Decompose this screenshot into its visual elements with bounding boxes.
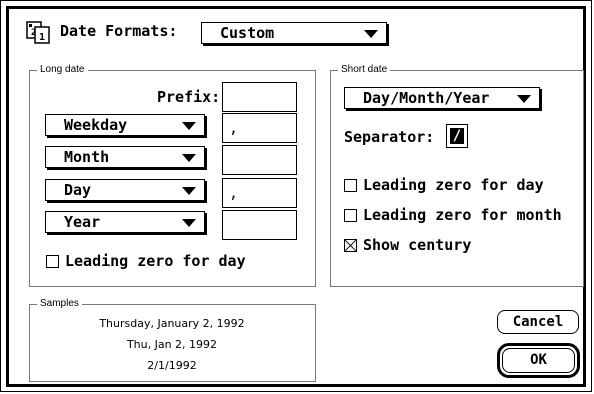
separator-field[interactable]: / [446,124,468,148]
svg-text:1: 1 [39,32,45,43]
checkbox-box[interactable] [344,178,357,192]
sample-long-date: Thursday, January 2, 1992 [99,317,245,330]
long-date-popup-2[interactable]: Month [45,146,205,168]
short-date-group-title: Short date [338,64,391,76]
show-century-label: Show century [363,236,472,254]
long-date-popup-3[interactable]: Day [45,179,205,201]
long-date-popup-1-value: Weekday [64,116,128,134]
triangle-down-icon [364,30,378,38]
triangle-down-icon [182,154,196,162]
long-date-group-title: Long date [37,64,88,76]
cancel-button[interactable]: Cancel [497,310,579,334]
sample-short-date: 2/1/1992 [147,359,197,372]
long-date-popup-4[interactable]: Year [45,211,205,233]
short-leading-zero-day-checkbox[interactable]: Leading zero for day [344,175,544,195]
short-leading-zero-month-checkbox[interactable]: Leading zero for month [344,205,562,225]
triangle-down-icon [182,219,196,227]
sample-abbrev-date: Thu, Jan 2, 1992 [126,338,218,351]
short-leading-zero-month-label: Leading zero for month [363,206,562,224]
short-date-order-value: Day/Month/Year [363,89,490,107]
triangle-down-icon [182,122,196,130]
svg-text:2: 2 [31,28,36,38]
long-date-separator-3[interactable]: , [222,178,297,208]
ok-button[interactable]: OK [502,348,575,373]
long-leading-zero-checkbox[interactable]: Leading zero for day [46,251,246,271]
long-date-separator-1[interactable]: , [222,113,297,143]
long-date-popup-3-value: Day [64,181,92,199]
samples-group-title: Samples [37,298,82,310]
prefix-field[interactable] [222,82,297,112]
calendar-icon: 2 1 [26,21,52,45]
prefix-label: Prefix: [157,88,221,106]
separator-selected-text: / [450,128,464,144]
date-formats-label: Date Formats: [60,22,178,40]
long-date-popup-1[interactable]: Weekday [45,114,205,136]
date-format-popup-value: Custom [220,24,275,42]
short-leading-zero-day-label: Leading zero for day [363,176,544,194]
long-date-separator-4[interactable] [222,210,297,240]
date-format-popup[interactable]: Custom [201,22,387,44]
triangle-down-icon [517,95,531,103]
checkbox-box[interactable] [344,208,357,222]
separator-label: Separator: [344,128,435,146]
long-date-separator-2[interactable] [222,145,297,175]
long-date-popup-2-value: Month [64,148,110,166]
triangle-down-icon [182,187,196,195]
checkbox-box[interactable] [46,254,59,268]
short-date-order-popup[interactable]: Day/Month/Year [344,87,540,109]
x-check-icon[interactable] [344,238,357,252]
long-leading-zero-label: Leading zero for day [65,252,246,270]
show-century-checkbox[interactable]: Show century [344,235,471,255]
long-date-popup-4-value: Year [64,213,101,231]
